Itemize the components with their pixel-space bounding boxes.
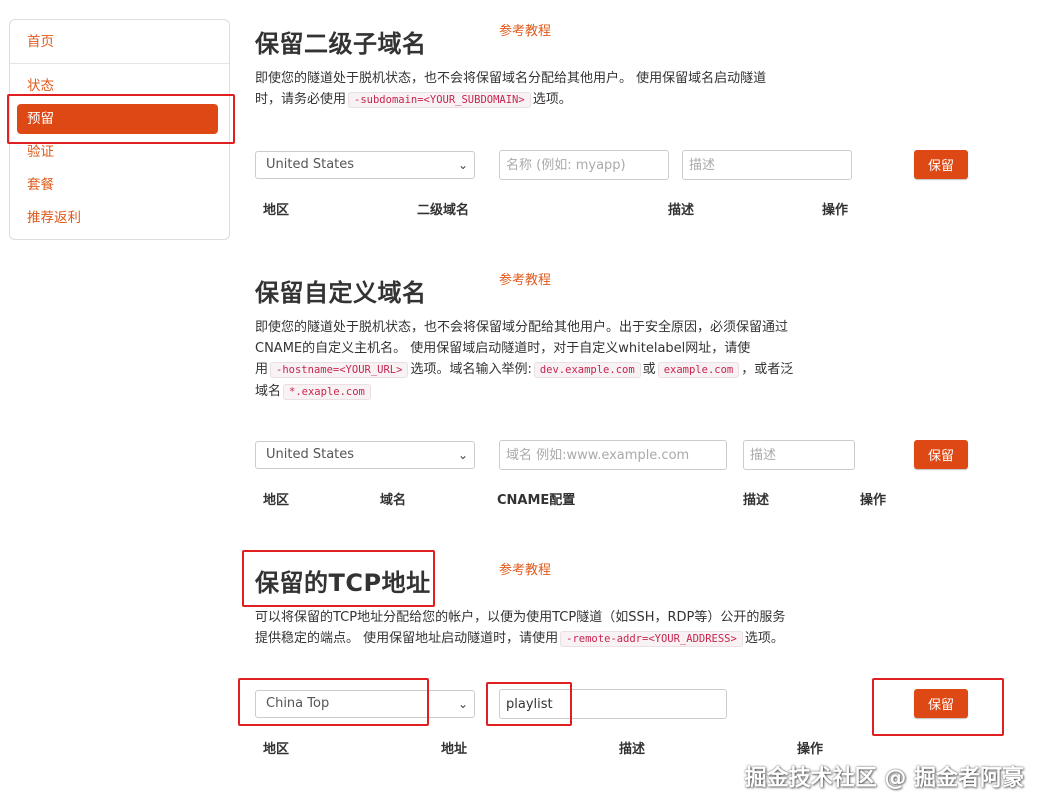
custom-region-value: United States: [266, 447, 355, 462]
chevron-down-icon: ⌄: [457, 158, 468, 172]
subdomain-col-subdomain: 二级域名: [417, 203, 470, 218]
custom-example-code-2: example.com: [657, 362, 740, 378]
custom-reserve-button[interactable]: 保留: [914, 440, 968, 469]
custom-col-action: 操作: [860, 493, 887, 508]
chevron-down-icon: ⌄: [457, 448, 468, 462]
chevron-down-icon: ⌄: [457, 697, 468, 711]
subdomain-name-input[interactable]: [499, 150, 669, 180]
tcp-col-address: 地址: [441, 742, 468, 757]
custom-desc-line2: CNAME的自定义主机名。 使用保留域启动隧道时，对于自定义whitelabel…: [255, 341, 751, 356]
subdomain-region-select[interactable]: United States ⌄: [255, 151, 475, 179]
subdomain-desc-line1: 即使您的隧道处于脱机状态，也不会将保留域名分配给其他用户。 使用保留域名启动隧道: [255, 71, 767, 86]
subdomain-col-description: 描述: [668, 203, 695, 218]
annotation-box-tcp-region: [238, 678, 429, 726]
sidebar-item-home[interactable]: 首页: [17, 29, 218, 55]
annotation-box-tcp-address: [486, 682, 572, 726]
sidebar-item-referral[interactable]: 推荐返利: [17, 205, 218, 231]
tcp-tutorial-link[interactable]: 参考教程: [499, 559, 551, 578]
subdomain-flag-code: -subdomain=<YOUR_SUBDOMAIN>: [348, 92, 531, 108]
tcp-col-region: 地区: [263, 742, 290, 757]
subdomain-desc-line2: 时，请务必使用 -subdomain=<YOUR_SUBDOMAIN> 选项。: [255, 92, 572, 108]
custom-domain-input[interactable]: [499, 440, 727, 470]
tcp-col-description: 描述: [619, 742, 646, 757]
custom-wildcard-code: *.exaple.com: [283, 384, 371, 400]
tcp-description: 可以将保留的TCP地址分配给您的帐户，以便为使用TCP隧道（如SSH，RDP等）…: [255, 607, 785, 650]
custom-region-select[interactable]: United States ⌄: [255, 441, 475, 469]
subdomain-description: 即使您的隧道处于脱机状态，也不会将保留域名分配给其他用户。 使用保留域名启动隧道…: [255, 68, 766, 111]
custom-desc-input[interactable]: [743, 440, 855, 470]
custom-col-domain: 域名: [380, 493, 407, 508]
subdomain-section-title: 保留二级子域名: [255, 30, 427, 58]
tcp-col-action: 操作: [797, 742, 824, 757]
custom-domain-section-title: 保留自定义域名: [255, 279, 427, 307]
custom-hostname-flag-code: -hostname=<YOUR_URL>: [270, 362, 409, 378]
custom-desc-line1: 即使您的隧道处于脱机状态，也不会将保留域分配给其他用户。出于安全原因，必须保留通…: [255, 320, 789, 335]
subdomain-col-region: 地区: [263, 203, 290, 218]
tcp-desc-line2: 提供稳定的端点。 使用保留地址启动隧道时，请使用 -remote-addr=<YO…: [255, 631, 784, 647]
subdomain-tutorial-link[interactable]: 参考教程: [499, 20, 551, 39]
custom-domain-tutorial-link[interactable]: 参考教程: [499, 269, 551, 288]
tcp-remote-addr-code: -remote-addr=<YOUR_ADDRESS>: [560, 631, 743, 647]
subdomain-region-value: United States: [266, 157, 355, 172]
sidebar-item-plans[interactable]: 套餐: [17, 172, 218, 198]
custom-desc-line3: 用 -hostname=<YOUR_URL> 选项。域名输入举例: dev.examp…: [255, 362, 794, 378]
watermark-text: 掘金技术社区 @ 掘金者阿豪: [744, 766, 1024, 791]
tcp-desc-line1: 可以将保留的TCP地址分配给您的帐户，以便为使用TCP隧道（如SSH，RDP等）…: [255, 610, 786, 625]
annotation-box-tcp-button: [872, 678, 1004, 736]
custom-col-description: 描述: [743, 493, 770, 508]
annotation-box-tcp-title: [242, 550, 435, 607]
custom-desc-line4: 域名 *.exaple.com: [255, 381, 793, 403]
subdomain-col-action: 操作: [822, 203, 849, 218]
custom-col-region: 地区: [263, 493, 290, 508]
custom-col-cname: CNAME配置: [497, 493, 576, 508]
custom-example-code-1: dev.example.com: [533, 362, 641, 378]
subdomain-reserve-button[interactable]: 保留: [914, 150, 968, 179]
annotation-box-sidebar: [7, 94, 235, 144]
subdomain-desc-input[interactable]: [682, 150, 852, 180]
sidebar-divider: [10, 63, 229, 64]
custom-domain-description: 即使您的隧道处于脱机状态，也不会将保留域分配给其他用户。出于安全原因，必须保留通…: [255, 317, 793, 403]
